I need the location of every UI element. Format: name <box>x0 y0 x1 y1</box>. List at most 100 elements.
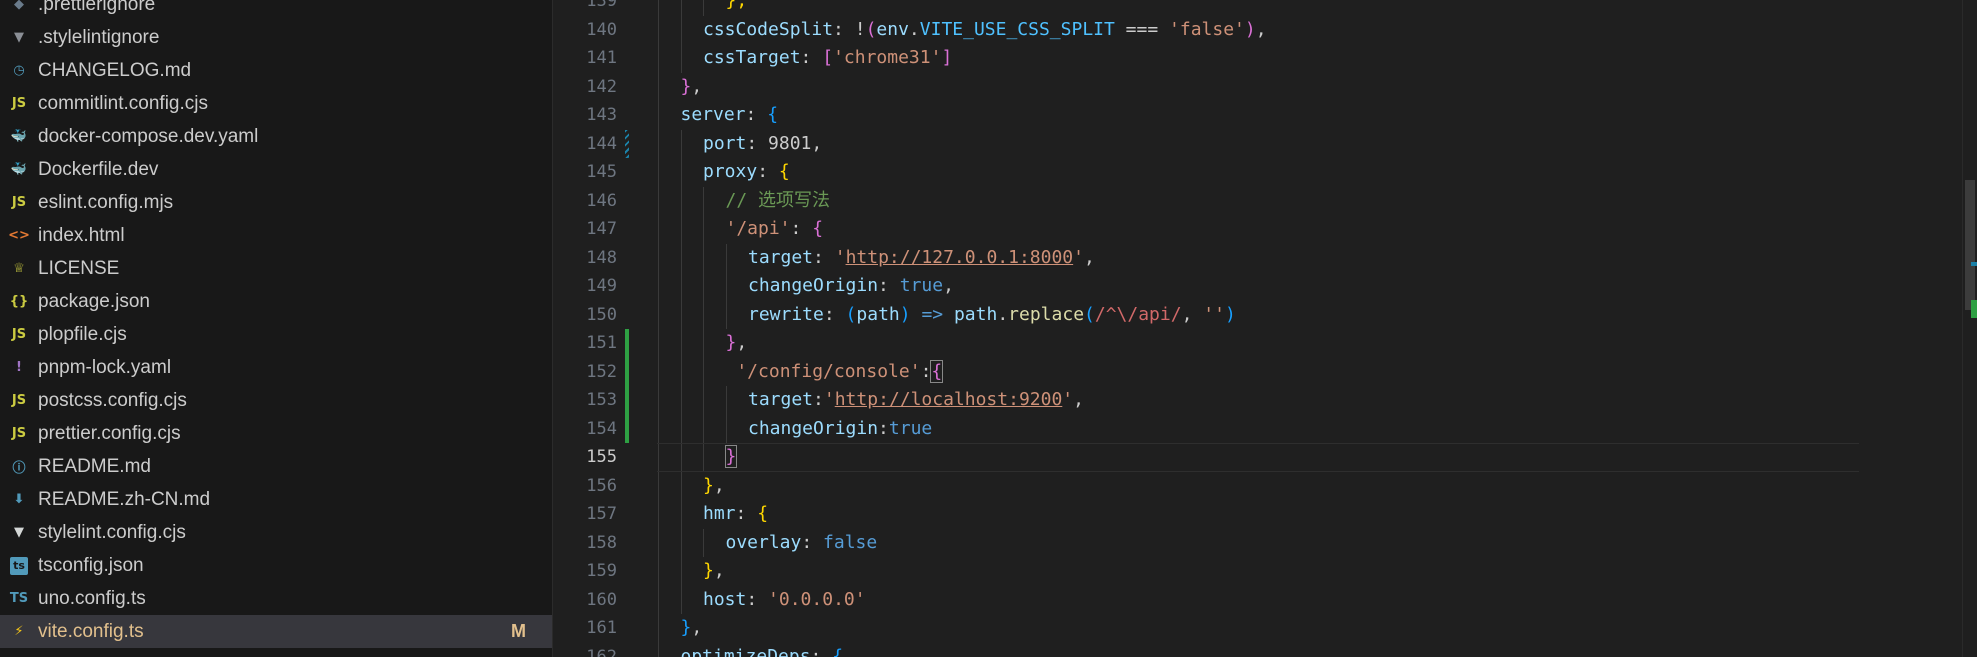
code-line[interactable]: 153 target:'http://localhost:9200', <box>553 386 1977 415</box>
line-number: 160 <box>586 589 617 610</box>
file-item[interactable]: JS prettier.config.cjs <box>0 417 552 450</box>
file-name: tsconfig.json <box>38 554 144 576</box>
file-item[interactable]: {} package.json <box>0 285 552 318</box>
code-line[interactable]: 143 server: { <box>553 101 1977 130</box>
editor-scrollbar[interactable] <box>1962 0 1977 657</box>
code-token: env <box>876 18 909 40</box>
code-text: '/api': { <box>726 215 824 244</box>
code-text: cssCodeSplit: !(env.VITE_USE_CSS_SPLIT =… <box>703 16 1267 45</box>
indent-guide <box>680 414 682 443</box>
code-line[interactable]: 155} <box>553 443 1977 472</box>
file-item[interactable]: ⚡ vite.config.ts M <box>0 615 552 648</box>
file-item[interactable]: ▼ .stylelintignore <box>0 21 552 54</box>
indent-guide <box>703 357 704 386</box>
code-line[interactable]: 162 optimizeDeps: { <box>553 642 1977 657</box>
indent-guide <box>658 0 659 16</box>
indent-guide <box>680 272 682 301</box>
indent-guide <box>658 158 659 187</box>
code-line[interactable]: 157 hmr: { <box>553 500 1977 529</box>
code-line[interactable]: 144 port: 9801, <box>553 129 1977 158</box>
code-line[interactable]: 139}, <box>553 0 1977 16</box>
code-line[interactable]: 149 changeOrigin: true, <box>553 272 1977 301</box>
gutter-added-indicator[interactable] <box>625 329 629 358</box>
file-item[interactable]: ▼ stylelint.config.cjs <box>0 516 552 549</box>
file-item[interactable]: ⬇ README.zh-CN.md <box>0 483 552 516</box>
code-lines[interactable]: 139}, 140 cssCodeSplit: !(env.VITE_USE_CSS… <box>553 0 1977 657</box>
code-token: , <box>811 132 823 154</box>
code-line[interactable]: 154 changeOrigin:true <box>553 414 1977 443</box>
code-line[interactable]: 145 proxy: { <box>553 158 1977 187</box>
file-name: prettier.config.cjs <box>38 422 181 444</box>
indent-guide <box>703 215 704 244</box>
code-line[interactable]: 158 overlay: false <box>553 528 1977 557</box>
indent-guide <box>658 357 659 386</box>
code-line[interactable]: 150 rewrite: (path) => path.replace(/^\/a… <box>553 300 1977 329</box>
code-token: === <box>1114 18 1170 40</box>
code-line[interactable]: 159}, <box>553 557 1977 586</box>
indent-guide <box>658 72 659 101</box>
indent-guide <box>658 471 659 500</box>
code-line[interactable]: 151}, <box>553 329 1977 358</box>
file-item[interactable]: ts tsconfig.json <box>0 549 552 582</box>
docker-compose-icon: 🐳 <box>10 129 28 144</box>
file-item[interactable]: ◷ CHANGELOG.md <box>0 54 552 87</box>
line-number: 151 <box>586 333 617 353</box>
indent-guide <box>680 129 682 158</box>
indent-guide <box>658 414 659 443</box>
code-line[interactable]: 152 '/config/console':{ <box>553 357 1977 386</box>
indent-guide <box>680 186 682 215</box>
code-line[interactable]: 140 cssCodeSplit: !(env.VITE_USE_CSS_SPLI… <box>553 15 1977 45</box>
indent-guide <box>658 614 659 643</box>
gutter-added-indicator[interactable] <box>625 357 629 386</box>
file-item[interactable]: TS uno.config.ts <box>0 582 552 615</box>
file-item[interactable]: <> index.html <box>0 219 552 252</box>
code-line[interactable]: 148 target: 'http://127.0.0.1:8000', <box>553 243 1977 272</box>
indent-guide <box>658 528 659 557</box>
code-token: target <box>748 389 814 410</box>
code-token: ] <box>941 47 953 68</box>
code-editor[interactable]: 139}, 140 cssCodeSplit: !(env.VITE_USE_CSS… <box>553 0 1977 657</box>
file-item[interactable]: JS postcss.config.cjs <box>0 384 552 417</box>
gutter-added-indicator[interactable] <box>625 414 629 443</box>
code-line[interactable]: 161}, <box>553 614 1977 643</box>
code-token: ) <box>899 303 911 325</box>
code-line[interactable]: 156}, <box>553 471 1977 500</box>
indent-guide <box>658 15 659 44</box>
indent-guide <box>703 186 704 215</box>
file-item[interactable]: 🐳 docker-compose.dev.yaml <box>0 120 552 153</box>
code-line[interactable]: 146 // 选项写法 <box>553 186 1977 215</box>
code-token: } <box>680 617 692 638</box>
file-item[interactable]: JS plopfile.cjs <box>0 318 552 351</box>
code-token: rewrite <box>748 303 824 325</box>
file-item[interactable]: JS eslint.config.mjs <box>0 186 552 219</box>
code-token: 9801 <box>768 132 812 154</box>
tsconfig-icon: ts <box>10 556 28 575</box>
file-item[interactable]: 🐳 Dockerfile.dev <box>0 153 552 186</box>
gutter-added-indicator[interactable] <box>625 386 629 415</box>
file-item[interactable]: ⓘ README.md <box>0 450 552 483</box>
code-line[interactable]: 141 cssTarget: ['chrome31'] <box>553 44 1977 73</box>
file-item[interactable]: ♕ LICENSE <box>0 252 552 285</box>
file-item[interactable]: ! pnpm-lock.yaml <box>0 351 552 384</box>
line-number: 157 <box>586 504 617 524</box>
line-number: 158 <box>586 532 617 553</box>
scrollbar-thumb[interactable] <box>1965 180 1975 310</box>
code-token: : <box>757 161 779 182</box>
clock-icon: ◷ <box>13 63 25 78</box>
indent-guide <box>725 386 727 415</box>
file-item[interactable]: ◆ .prettierignore <box>0 0 552 21</box>
code-token: , <box>713 560 725 581</box>
code-token: ( <box>1084 303 1095 325</box>
code-line[interactable]: 142}, <box>553 72 1977 101</box>
code-token: : ! <box>833 18 866 40</box>
code-line[interactable]: 160 host: '0.0.0.0' <box>553 585 1977 614</box>
code-token: , <box>736 332 748 353</box>
indent-guide <box>680 557 682 586</box>
code-token: { <box>767 104 779 125</box>
code-token: : <box>813 246 835 268</box>
code-token: ) <box>1244 18 1256 40</box>
code-token: ( <box>865 18 877 40</box>
gutter-modified-indicator[interactable] <box>625 129 629 158</box>
file-item[interactable]: JS commitlint.config.cjs <box>0 87 552 120</box>
code-line[interactable]: 147 '/api': { <box>553 215 1977 244</box>
